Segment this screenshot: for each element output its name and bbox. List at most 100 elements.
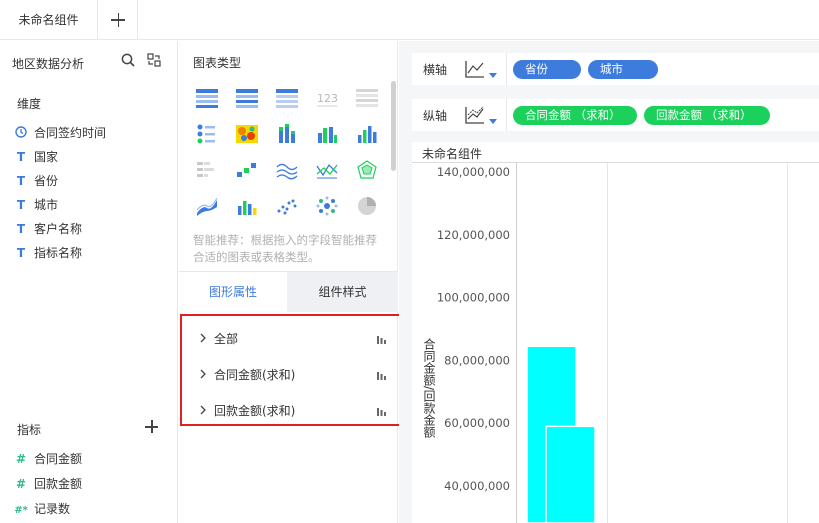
x-field-pill-province[interactable]: 省份	[513, 60, 581, 79]
x-field-pill-city[interactable]: 城市	[588, 60, 658, 79]
attribute-item-all[interactable]: 全部	[198, 329, 388, 349]
dimension-label: 合同签约时间	[34, 126, 107, 140]
y-field-pill-payment[interactable]: 回款金额 （求和）	[644, 106, 770, 125]
chevron-down-icon[interactable]	[489, 73, 497, 78]
text-field-icon: T	[16, 246, 26, 260]
line-chart-icon[interactable]	[275, 159, 299, 181]
grouped-column-icon[interactable]	[315, 123, 339, 145]
heat-map-icon[interactable]	[235, 123, 259, 145]
indicator-label: 合同金额	[34, 452, 83, 466]
chevron-right-icon	[200, 369, 206, 379]
property-tabs: 图形属性 组件样式	[179, 271, 398, 312]
dimension-section-title: 维度	[17, 97, 42, 111]
chart-type-title: 图表类型	[193, 56, 242, 70]
y-tick-label: 60,000,000	[444, 416, 510, 430]
dimension-item-city[interactable]: T 城市	[14, 195, 58, 215]
count-field-icon: #*	[14, 505, 28, 516]
stacked-column-icon[interactable]	[275, 123, 299, 145]
scatter-chart-icon[interactable]	[275, 195, 299, 217]
bar-chart: 40,000,000 60,000,000 80,000,000 100,000,00…	[412, 162, 819, 523]
dataset-title: 地区数据分析	[12, 57, 85, 71]
chevron-right-icon	[200, 405, 206, 415]
column-chart-icon[interactable]	[355, 123, 379, 145]
dimension-item-indicator-name[interactable]: T 指标名称	[14, 243, 82, 263]
pie-chart-icon[interactable]	[355, 195, 379, 217]
indicator-item-payment-amount[interactable]: # 回款金额	[14, 474, 82, 494]
x-axis-type-icon[interactable]	[464, 59, 486, 79]
y-axis-bar: 纵轴 合同金额 （求和） 回款金额 （求和）	[412, 99, 819, 131]
divider	[506, 53, 507, 85]
dimension-item-country[interactable]: T 国家	[14, 147, 58, 167]
bar-chart-small-icon	[377, 336, 386, 344]
chart-card: 40,000,000 60,000,000 80,000,000 100,000,00…	[412, 142, 819, 523]
y-axis-label: 纵轴	[423, 109, 448, 123]
combo-chart-icon[interactable]	[235, 195, 259, 217]
text-field-icon: T	[16, 222, 26, 236]
dimension-item-customer[interactable]: T 客户名称	[14, 219, 82, 239]
chart-config-panel: 图表类型 123 智能推荐：根据拖入的字段智能推荐合适的图表或表格类型。 图形属…	[179, 41, 402, 523]
dimension-item-contract-time[interactable]: 合同签约时间	[14, 123, 106, 143]
tab-component-style[interactable]: 组件样式	[287, 272, 398, 312]
bar-chart-small-icon	[377, 408, 386, 416]
tab-graphic-properties[interactable]: 图形属性	[179, 272, 287, 312]
number-field-icon: #	[15, 477, 27, 491]
indicator-label: 记录数	[34, 502, 71, 516]
chart-type-scrollbar[interactable]	[391, 81, 396, 171]
chevron-right-icon	[200, 333, 206, 343]
y-axis-title: 合同金额/回款金额	[422, 337, 436, 439]
chart-canvas-area: 横轴 省份 城市 纵轴 合同金额 （求和） 回款金额 （求和） 40,000,0…	[399, 41, 819, 523]
map-point-icon[interactable]	[195, 123, 219, 145]
bar-chart-icon[interactable]	[195, 159, 219, 181]
tab-component[interactable]: 未命名组件	[0, 0, 98, 40]
dimension-label: 省份	[34, 174, 59, 188]
search-icon[interactable]	[121, 53, 135, 67]
detail-table-icon[interactable]	[235, 87, 259, 109]
switch-dataset-icon[interactable]	[147, 53, 161, 67]
text-field-icon: T	[16, 198, 26, 212]
attribute-list-highlight: 全部 合同金额(求和) 回款金额(求和)	[180, 314, 402, 426]
area-chart-icon[interactable]	[195, 195, 219, 217]
indicator-item-record-count[interactable]: #* 记录数	[14, 499, 70, 519]
y-tick-label: 40,000,000	[444, 479, 510, 493]
x-axis-bar: 横轴 省份 城市	[412, 53, 819, 85]
dimension-label: 国家	[34, 150, 59, 164]
x-axis-label: 横轴	[423, 63, 448, 77]
dimension-label: 城市	[34, 198, 59, 212]
text-table-icon[interactable]	[355, 87, 379, 109]
indicator-label: 回款金额	[34, 477, 83, 491]
dimension-label: 指标名称	[34, 246, 83, 260]
y-tick-label: 100,000,000	[437, 291, 510, 305]
kpi-number-icon[interactable]: 123	[315, 87, 339, 109]
attribute-label: 合同金额(求和)	[214, 368, 296, 382]
field-panel: 地区数据分析 维度 合同签约时间 T 国家 T 省份 T 城市 T 客户名称 T 指标名称…	[0, 41, 178, 523]
chart-title: 未命名组件	[422, 147, 483, 161]
attribute-label: 全部	[214, 332, 239, 346]
bar	[545, 425, 596, 523]
y-field-pill-contract[interactable]: 合同金额 （求和）	[513, 106, 637, 125]
add-indicator-button[interactable]	[145, 420, 159, 434]
text-field-icon: T	[16, 150, 26, 164]
bar-chart-small-icon	[377, 372, 386, 380]
radar-chart-icon[interactable]	[355, 159, 379, 181]
dimension-item-province[interactable]: T 省份	[14, 171, 58, 191]
step-chart-icon[interactable]	[235, 159, 259, 181]
add-tab-button[interactable]	[98, 0, 138, 40]
polyline-chart-icon[interactable]	[315, 159, 339, 181]
dimension-label: 客户名称	[34, 222, 83, 236]
clock-icon	[14, 123, 28, 143]
indicator-section-title: 指标	[17, 423, 42, 437]
y-tick-label: 120,000,000	[437, 228, 510, 242]
chevron-down-icon[interactable]	[489, 119, 497, 124]
y-tick-label: 80,000,000	[444, 353, 510, 367]
attribute-label: 回款金额(求和)	[214, 404, 296, 418]
divider	[506, 99, 507, 131]
smart-recommend-hint: 智能推荐：根据拖入的字段智能推荐合适的图表或表格类型。	[193, 233, 377, 264]
indicator-item-contract-amount[interactable]: # 合同金额	[14, 449, 82, 469]
kpi-icon-text: 123	[317, 92, 338, 105]
attribute-item-contract-sum[interactable]: 合同金额(求和)	[198, 365, 388, 385]
y-axis-type-icon[interactable]	[464, 105, 486, 125]
attribute-item-payment-sum[interactable]: 回款金额(求和)	[198, 401, 388, 421]
grouped-table-icon[interactable]	[195, 87, 219, 109]
cross-table-icon[interactable]	[275, 87, 299, 109]
bubble-chart-icon[interactable]	[315, 195, 339, 217]
